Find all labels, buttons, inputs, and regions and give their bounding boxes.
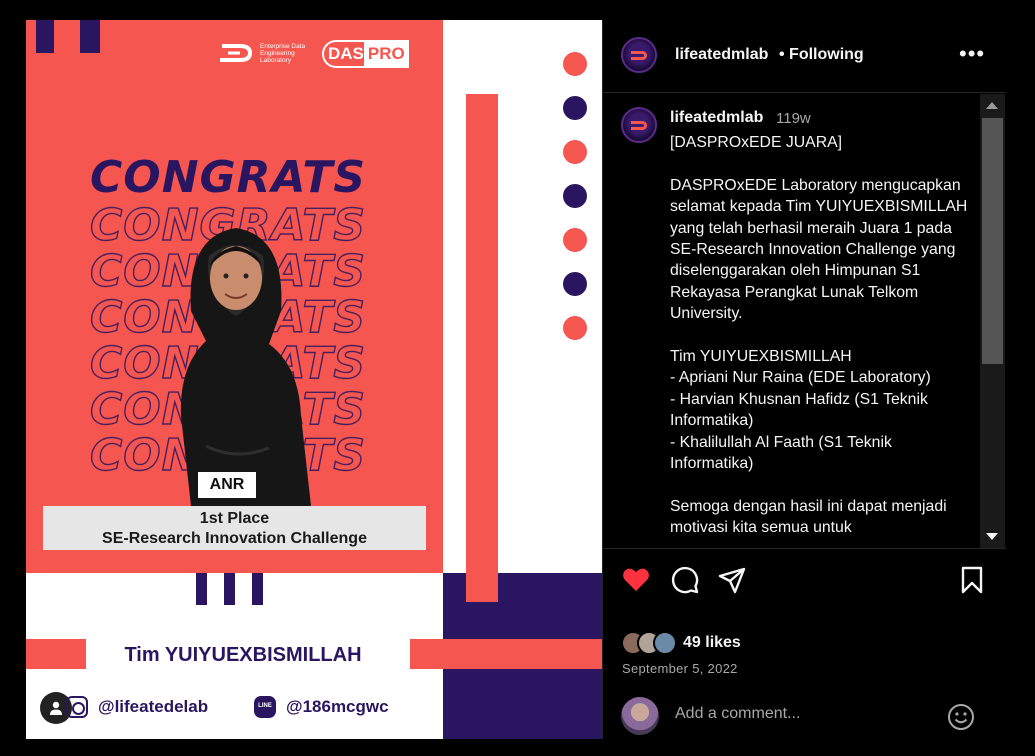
daspro-logo-das: DAS	[322, 40, 364, 68]
deco-dot	[563, 96, 587, 120]
place-box: 1st Place SE-Research Innovation Challen…	[43, 506, 426, 550]
heart-filled-icon[interactable]	[621, 565, 651, 595]
scroll-down-icon[interactable]	[986, 533, 998, 540]
instagram-contact: @lifeatedelab	[66, 696, 208, 718]
post-header: lifeatedmlab • Following •••	[603, 20, 1006, 93]
deco-dot	[563, 52, 587, 76]
send-icon[interactable]	[717, 565, 747, 595]
deco-dot	[563, 228, 587, 252]
bookmark-icon[interactable]	[957, 565, 987, 595]
post-actions: 49 likes September 5, 2022	[603, 548, 1006, 739]
following-button[interactable]: • Following	[779, 46, 864, 64]
post-image[interactable]: Enterprise Data Engineering Laboratory D…	[26, 20, 602, 739]
ede-logo-mark-icon	[220, 44, 253, 62]
deco-dot	[563, 184, 587, 208]
congrats-heading: CONGRATS	[90, 152, 367, 203]
caption-scroll-area[interactable]: lifeatedmlab 119w [DASPROxEDE JUARA] DAS…	[603, 94, 1006, 548]
daspro-logo-pro: PRO	[363, 40, 409, 68]
scrollbar-thumb[interactable]	[982, 118, 1003, 364]
comment-row	[603, 693, 1006, 740]
ede-logo-text: Enterprise Data Engineering Laboratory	[260, 42, 306, 64]
scroll-up-icon[interactable]	[986, 102, 998, 109]
instagram-handle: @lifeatedelab	[98, 697, 209, 716]
current-user-avatar[interactable]	[621, 697, 659, 735]
line-contact: LINE @186mcgwc	[254, 696, 389, 718]
caption-time[interactable]: 119w	[776, 110, 811, 127]
likes-row[interactable]: 49 likes	[621, 631, 741, 655]
competition-name: SE-Research Innovation Challenge	[102, 530, 367, 547]
account-avatar[interactable]	[621, 37, 657, 73]
comment-input[interactable]	[675, 705, 925, 723]
deco-dot	[563, 140, 587, 164]
team-name: Tim YUIYUEXBISMILLAH	[124, 644, 362, 666]
place-title: 1st Place	[199, 510, 270, 527]
deco-dot	[563, 272, 587, 296]
ede-logo: Enterprise Data Engineering Laboratory	[218, 42, 310, 64]
caption-scrollbar[interactable]	[980, 94, 1005, 548]
deco-square	[224, 573, 235, 605]
instagram-icon	[66, 696, 88, 718]
post-date[interactable]: September 5, 2022	[622, 661, 738, 676]
header-username[interactable]: lifeatedmlab	[675, 46, 768, 64]
line-icon: LINE	[254, 696, 276, 718]
caption-text: [DASPROxEDE JUARA] DASPROxEDE Laboratory…	[670, 134, 968, 537]
person-photo	[180, 228, 311, 506]
caption-username[interactable]: lifeatedmlab	[670, 109, 763, 127]
deco-pillar	[466, 94, 498, 602]
deco-dot	[563, 316, 587, 340]
line-handle: @186mcgwc	[286, 697, 389, 716]
deco-square	[196, 573, 207, 605]
name-tag: ANR	[198, 472, 256, 498]
deco-square	[80, 20, 100, 53]
deco-square	[252, 573, 263, 605]
comment-icon[interactable]	[670, 565, 700, 595]
daspro-logo: DAS PRO	[322, 40, 410, 68]
likes-count[interactable]: 49 likes	[683, 634, 741, 652]
post-details-panel: lifeatedmlab • Following ••• lifeatedmla…	[602, 20, 1006, 739]
emoji-smile-icon[interactable]	[947, 703, 975, 731]
deco-square	[36, 20, 54, 53]
more-options-icon[interactable]: •••	[959, 43, 985, 65]
liker-avatar[interactable]	[653, 631, 677, 655]
user-icon	[50, 701, 62, 715]
caption-avatar[interactable]	[621, 107, 657, 143]
